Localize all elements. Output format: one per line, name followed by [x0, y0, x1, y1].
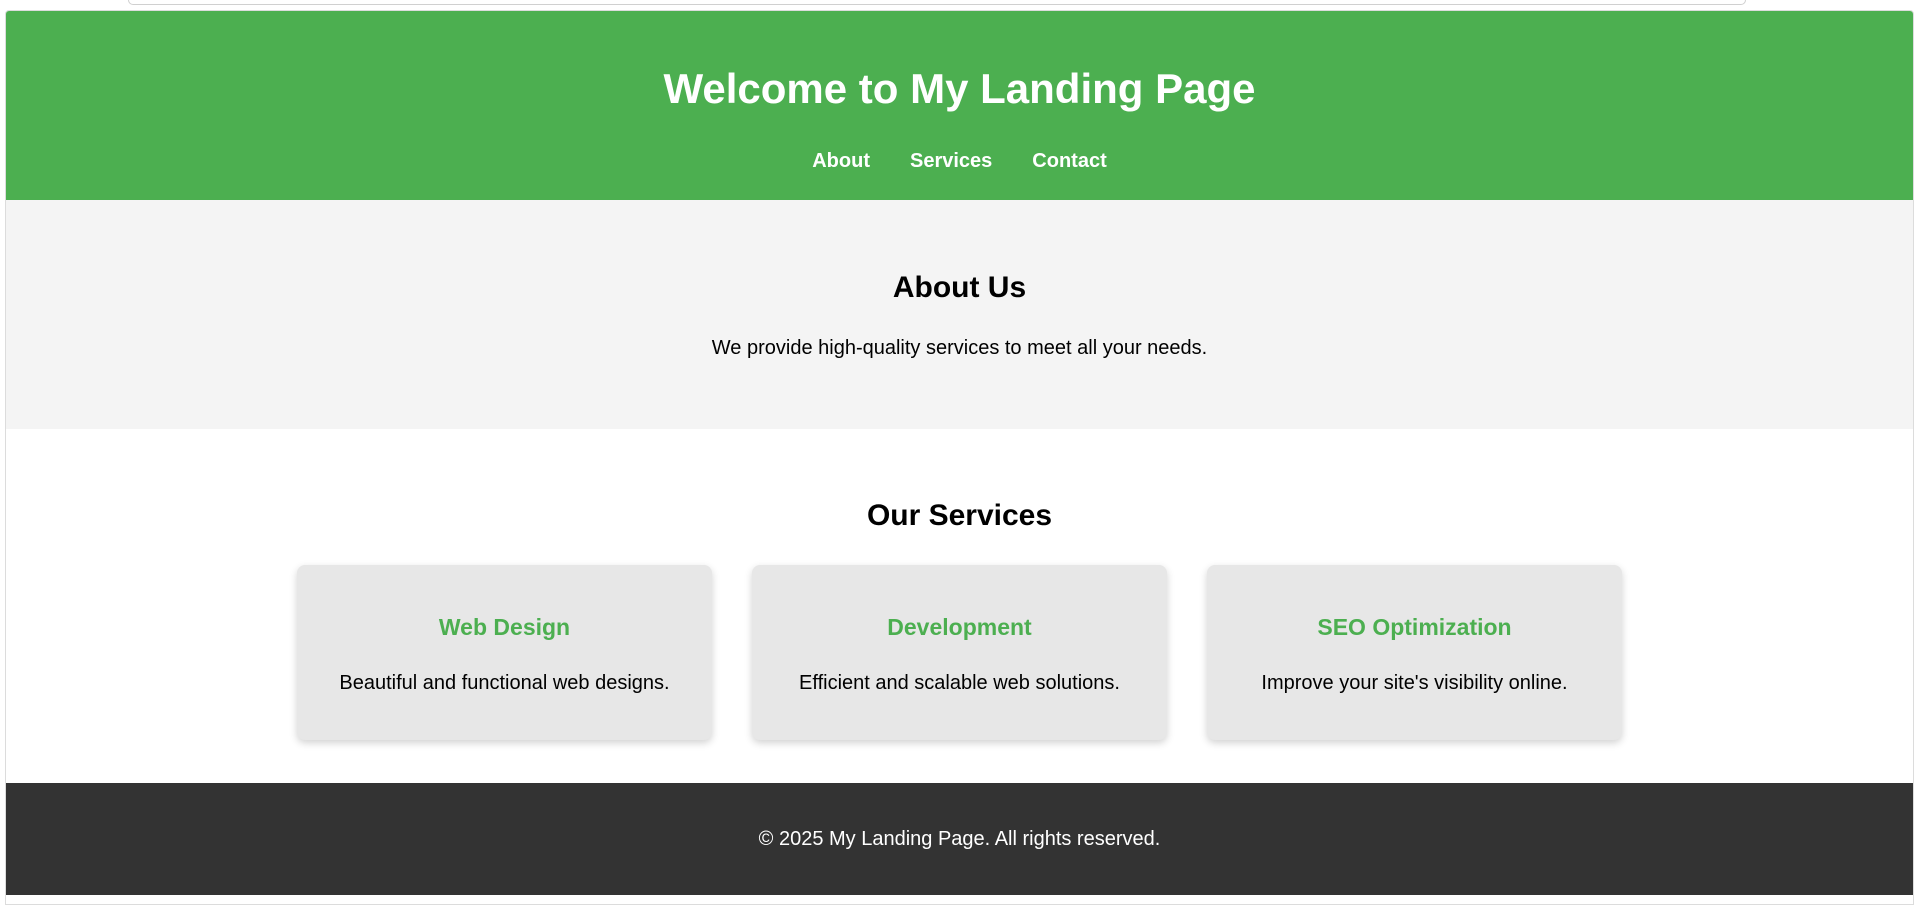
about-heading: About Us — [892, 271, 1027, 304]
service-card-development: Development Efficient and scalable web s… — [752, 565, 1167, 740]
service-cards: Web Design Beautiful and functional web … — [6, 565, 1913, 740]
service-card-title: SEO Optimization — [1317, 614, 1512, 640]
about-text: We provide high-quality services to meet… — [711, 337, 1208, 359]
page-frame: Welcome to My Landing Page About Service… — [5, 10, 1914, 905]
site-footer: © 2025 My Landing Page. All rights reser… — [6, 783, 1913, 895]
service-card-text: Improve your site's visibility online. — [1261, 672, 1568, 694]
page-title: Welcome to My Landing Page — [663, 65, 1256, 112]
services-section: Our Services Web Design Beautiful and fu… — [6, 429, 1913, 783]
service-card-title: Development — [887, 614, 1032, 640]
service-card-text: Efficient and scalable web solutions. — [799, 672, 1120, 694]
nav-link-services[interactable]: Services — [910, 149, 992, 173]
footer-copyright: © 2025 My Landing Page. All rights reser… — [758, 828, 1161, 850]
nav-link-contact[interactable]: Contact — [1032, 149, 1106, 173]
browser-top-edge — [128, 0, 1746, 5]
service-card-text: Beautiful and functional web designs. — [339, 672, 670, 694]
nav-link-about[interactable]: About — [812, 149, 870, 173]
about-section: About Us We provide high-quality service… — [6, 200, 1913, 429]
main-nav: About Services Contact — [6, 149, 1913, 173]
service-card-web-design: Web Design Beautiful and functional web … — [297, 565, 712, 740]
services-heading: Our Services — [866, 499, 1053, 532]
service-card-seo: SEO Optimization Improve your site's vis… — [1207, 565, 1622, 740]
service-card-title: Web Design — [438, 614, 571, 640]
site-header: Welcome to My Landing Page About Service… — [6, 11, 1913, 200]
